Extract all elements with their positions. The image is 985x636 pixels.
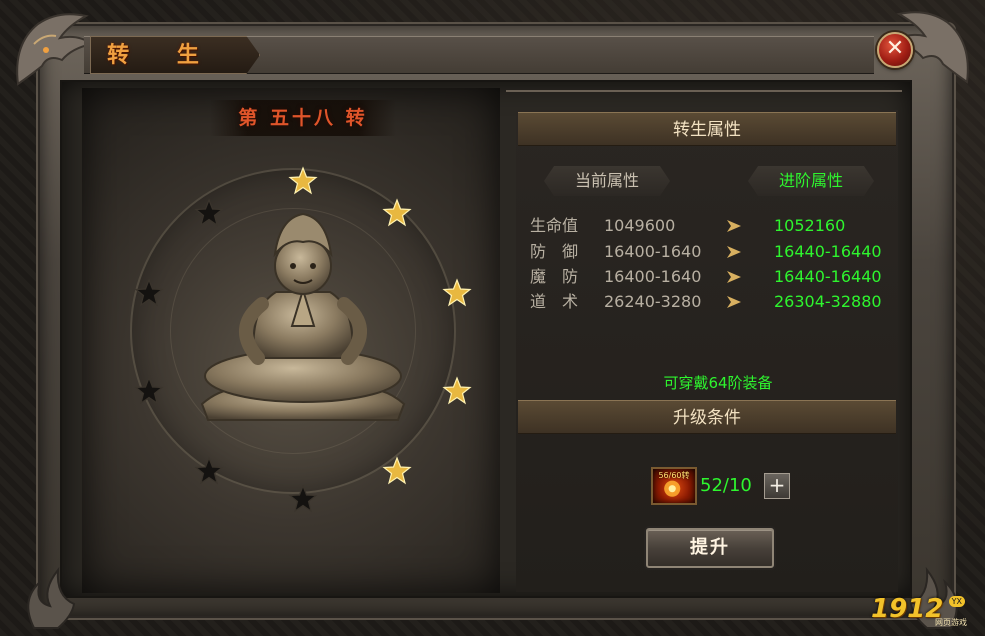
section-header-attributes: 转生属性	[518, 112, 896, 146]
star-icon	[134, 376, 164, 406]
attribute-row: 生命值 1049600 1052160	[530, 214, 900, 238]
logo-subtitle: 网页游戏	[935, 618, 967, 627]
star-icon	[382, 456, 412, 486]
star-icon	[134, 278, 164, 308]
site-logo: 1912 YX 网页游戏	[871, 594, 967, 628]
equipment-unlock-note: 可穿戴64阶装备	[663, 374, 773, 392]
attribute-row: 魔 防 16400-1640 16440-16440	[530, 265, 900, 289]
arrow-right-icon	[727, 271, 741, 283]
logo-yx: YX	[948, 596, 965, 607]
attribute-next-value: 16440-16440	[774, 267, 882, 286]
upgrade-button[interactable]: 提升	[646, 528, 774, 568]
arrow-right-icon	[727, 296, 741, 308]
window-title: 转 生	[107, 42, 219, 68]
star-icon	[442, 278, 472, 308]
attribute-current-value: 1049600	[604, 216, 676, 235]
attribute-next-value: 26304-32880	[774, 292, 882, 311]
star-icon	[442, 376, 472, 406]
arrow-right-icon	[727, 220, 741, 232]
buddha-statue-icon	[200, 212, 406, 421]
star-icon	[288, 484, 318, 514]
attribute-name: 生命值	[530, 216, 579, 235]
attribute-name: 防 御	[530, 242, 579, 261]
close-icon: ✕	[885, 36, 905, 61]
item-level-badge: 56/60转	[658, 471, 690, 480]
arrow-right-icon	[727, 246, 741, 258]
rebirth-level-label: 第 五十八 转	[238, 107, 368, 129]
tab-next-attributes: 进阶属性	[748, 166, 874, 196]
logo-text: 1912	[871, 594, 944, 624]
attribute-current-value: 26240-3280	[604, 292, 702, 311]
item-count: 52/10	[700, 475, 752, 496]
attribute-current-value: 16400-1640	[604, 242, 702, 261]
attribute-name: 魔 防	[530, 267, 579, 286]
star-icon	[288, 166, 318, 196]
attribute-row: 道 术 26240-3280 26304-32880	[530, 290, 900, 314]
attribute-row: 防 御 16400-1640 16440-16440	[530, 240, 900, 264]
attribute-current-value: 16400-1640	[604, 267, 702, 286]
close-button[interactable]: ✕	[877, 32, 913, 68]
attribute-name: 道 术	[530, 292, 579, 311]
attribute-next-value: 1052160	[774, 216, 846, 235]
panel-divider	[506, 90, 902, 112]
star-icon	[194, 456, 224, 486]
section-header-conditions: 升级条件	[518, 400, 896, 434]
tab-current-attributes: 当前属性	[544, 166, 670, 196]
add-item-button[interactable]: +	[764, 473, 790, 499]
plus-icon: +	[768, 473, 786, 497]
attribute-next-value: 16440-16440	[774, 242, 882, 261]
